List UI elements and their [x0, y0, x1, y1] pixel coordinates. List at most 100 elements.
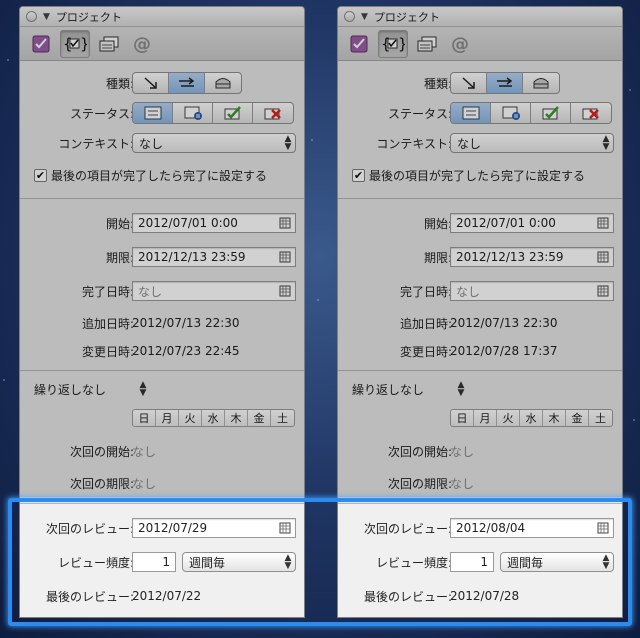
repeat-select[interactable]: 繰り返しなし ▲ ▼ [352, 379, 468, 399]
weekday-wed[interactable]: 水 [202, 410, 225, 426]
complete-with-last-option[interactable]: ✔ 最後の項目が完了したら完了に設定する [34, 167, 267, 184]
dropped-status-icon[interactable] [253, 103, 293, 123]
due-date-field[interactable]: 2012/12/13 23:59 [132, 247, 296, 267]
parallel-type-icon[interactable] [487, 73, 523, 93]
calendar-icon[interactable] [596, 216, 610, 230]
single-action-type-icon[interactable] [205, 73, 241, 93]
review-freq-label: レビュー頻度: [375, 555, 452, 570]
dropped-status-icon[interactable] [571, 103, 611, 123]
weekday-sun[interactable]: 日 [133, 410, 156, 426]
notes-icon[interactable] [94, 30, 124, 58]
weekday-thu[interactable]: 木 [543, 410, 566, 426]
completed-date-field[interactable]: なし [132, 281, 296, 301]
last-review-value: 2012/07/22 [132, 589, 202, 603]
on-hold-status-icon[interactable] [491, 103, 531, 123]
attachment-icon[interactable]: @ [128, 30, 158, 58]
attachment-icon[interactable]: @ [446, 30, 476, 58]
start-date-value: 2012/07/01 0:00 [138, 216, 238, 230]
due-date-field[interactable]: 2012/12/13 23:59 [450, 247, 614, 267]
weekday-thu[interactable]: 木 [225, 410, 248, 426]
complete-with-last-checkbox[interactable]: ✔ [34, 169, 47, 182]
modified-value: 2012/07/23 22:45 [132, 344, 240, 358]
select-arrows-icon: ▲ ▼ [602, 553, 610, 571]
next-review-field[interactable]: 2012/07/29 [132, 518, 296, 538]
calendar-icon[interactable] [278, 284, 292, 298]
completed-date-field[interactable]: なし [450, 281, 614, 301]
window-title: プロジェクト [55, 10, 122, 24]
weekday-fri[interactable]: 金 [248, 410, 271, 426]
complete-with-last-option[interactable]: ✔ 最後の項目が完了したら完了に設定する [352, 167, 585, 184]
checkbox-icon[interactable] [344, 30, 374, 58]
sequential-type-icon[interactable] [133, 73, 169, 93]
modified-label: 変更日時: [399, 344, 452, 359]
review-freq-number-field[interactable]: 1 [132, 552, 176, 572]
next-review-value: 2012/08/04 [456, 521, 526, 535]
review-freq-number-field[interactable]: 1 [450, 552, 494, 572]
calendar-icon[interactable] [278, 521, 292, 535]
close-window-button[interactable] [344, 11, 355, 22]
start-date-field[interactable]: 2012/07/01 0:00 [132, 213, 296, 233]
window-title: プロジェクト [373, 10, 440, 24]
calendar-icon[interactable] [278, 250, 292, 264]
next-start-label: 次回の開始: [387, 444, 452, 459]
completed-status-icon[interactable] [213, 103, 253, 123]
svg-text:@: @ [451, 35, 469, 53]
notes-icon[interactable] [412, 30, 442, 58]
complete-with-last-checkbox[interactable]: ✔ [352, 169, 365, 182]
type-label: 種類: [105, 76, 134, 91]
weekday-wed[interactable]: 水 [520, 410, 543, 426]
context-select[interactable]: なし ▲ ▼ [450, 133, 614, 153]
sequential-type-icon[interactable] [451, 73, 487, 93]
next-review-field[interactable]: 2012/08/04 [450, 518, 614, 538]
due-date-value: 2012/12/13 23:59 [456, 250, 564, 264]
repeat-select[interactable]: 繰り返しなし ▲ ▼ [34, 379, 150, 399]
weekday-sat[interactable]: 土 [589, 410, 612, 426]
due-label: 期限: [423, 250, 452, 265]
parallel-type-icon[interactable] [169, 73, 205, 93]
active-status-icon[interactable] [133, 103, 173, 123]
complete-with-last-label: 最後の項目が完了したら完了に設定する [51, 169, 268, 183]
close-window-button[interactable] [26, 11, 37, 22]
context-brace-icon[interactable]: {} [60, 29, 90, 58]
checkbox-icon[interactable] [26, 30, 56, 58]
review-freq-unit-select[interactable]: 週間毎 ▲ ▼ [182, 552, 296, 572]
review-freq-label: レビュー頻度: [57, 555, 134, 570]
svg-text:}: } [398, 35, 405, 53]
context-select[interactable]: なし ▲ ▼ [132, 133, 296, 153]
review-freq-unit-select[interactable]: 週間毎 ▲ ▼ [500, 552, 614, 572]
context-value: なし [139, 136, 164, 151]
disclosure-triangle-icon[interactable]: ▼ [361, 12, 368, 22]
status-label: ステータス: [69, 106, 134, 121]
weekday-mon[interactable]: 月 [474, 410, 497, 426]
inspector-toolbar: {} @ [338, 27, 622, 61]
context-brace-icon[interactable]: {} [378, 29, 408, 58]
start-date-field[interactable]: 2012/07/01 0:00 [450, 213, 614, 233]
weekday-sat[interactable]: 土 [271, 410, 294, 426]
added-label: 追加日時: [399, 316, 452, 331]
type-segmented-control [132, 72, 242, 94]
weekday-fri[interactable]: 金 [566, 410, 589, 426]
repeat-value: 繰り返しなし [352, 382, 425, 397]
added-value: 2012/07/13 22:30 [132, 316, 240, 330]
on-hold-status-icon[interactable] [173, 103, 213, 123]
calendar-icon[interactable] [596, 284, 610, 298]
calendar-icon[interactable] [278, 216, 292, 230]
calendar-icon[interactable] [596, 250, 610, 264]
disclosure-triangle-icon[interactable]: ▼ [43, 12, 50, 22]
weekday-tue[interactable]: 火 [179, 410, 202, 426]
next-due-label: 次回の期限: [387, 476, 452, 491]
repeat-section: 繰り返しなし ▲ ▼ 日 月 火 水 木 金 土 次回の開始: なし 次回の期限:… [20, 371, 304, 503]
next-review-label: 次回のレビュー: [363, 521, 452, 536]
calendar-icon[interactable] [596, 521, 610, 535]
active-status-icon[interactable] [451, 103, 491, 123]
status-segmented-control [450, 102, 612, 124]
type-status-section: 種類: ステータス: コンテキスト: なし ▲ ▼ ✔ 最後の項目が完了したら完… [338, 61, 622, 199]
title-bar: ▼ プロジェクト [20, 7, 304, 27]
weekday-mon[interactable]: 月 [156, 410, 179, 426]
added-label: 追加日時: [81, 316, 134, 331]
single-action-type-icon[interactable] [523, 73, 559, 93]
completed-status-icon[interactable] [531, 103, 571, 123]
weekday-selector: 日 月 火 水 木 金 土 [132, 409, 295, 427]
weekday-sun[interactable]: 日 [451, 410, 474, 426]
weekday-tue[interactable]: 火 [497, 410, 520, 426]
